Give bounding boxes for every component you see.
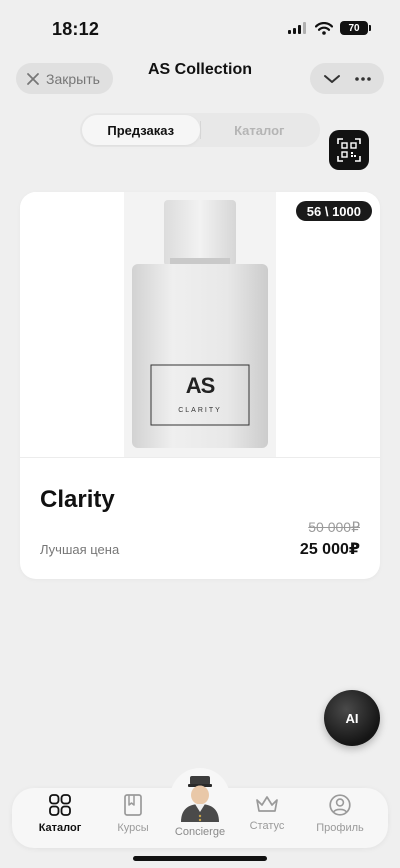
product-card[interactable]: AS CLARITY 56 \ 1000 Clarity Лучшая цена… xyxy=(20,192,380,579)
status-icons: 70 xyxy=(288,21,371,35)
segmented-control: Предзаказ Каталог xyxy=(80,113,320,147)
tab-label-status: Статус xyxy=(249,820,285,832)
cellular-signal-icon xyxy=(288,22,306,34)
current-price: 25 000₽ xyxy=(299,541,360,558)
home-indicator xyxy=(133,856,267,861)
close-button[interactable]: Закрыть xyxy=(16,63,113,94)
bottle-label-text: CLARITY xyxy=(178,407,222,414)
tab-catalog-nav[interactable]: Каталог xyxy=(30,794,90,842)
battery-icon: 70 xyxy=(340,21,371,35)
old-price: 50 000₽ xyxy=(308,519,360,535)
tab-concierge[interactable] xyxy=(170,768,230,828)
perfume-bottle-image xyxy=(132,200,268,448)
header-actions xyxy=(310,63,384,94)
battery-level: 70 xyxy=(348,22,360,34)
book-icon xyxy=(124,794,142,816)
screen: 18:12 70 Закрыть AS Collection Предзаказ… xyxy=(0,0,400,868)
user-circle-icon xyxy=(329,794,351,816)
status-time: 18:12 xyxy=(52,19,100,39)
qr-scan-button[interactable] xyxy=(329,130,369,170)
qr-code-icon xyxy=(337,138,361,162)
concierge-avatar-icon xyxy=(181,776,219,822)
tab-catalog[interactable]: Каталог xyxy=(201,115,319,145)
stock-counter-badge: 56 \ 1000 xyxy=(295,201,372,221)
tab-label-concierge: Concierge xyxy=(174,826,226,838)
tab-status[interactable]: Статус xyxy=(237,794,297,842)
product-image: AS CLARITY 56 \ 1000 xyxy=(20,192,380,457)
card-divider xyxy=(20,457,380,458)
more-icon[interactable] xyxy=(354,76,372,82)
ai-assistant-button[interactable]: AI xyxy=(324,690,380,746)
crown-icon xyxy=(256,796,278,812)
product-name: Clarity xyxy=(40,486,115,513)
chevron-down-icon[interactable] xyxy=(323,73,341,85)
tab-profile[interactable]: Профиль xyxy=(310,794,370,842)
bottle-label-logo: AS xyxy=(185,373,216,398)
price-caption: Лучшая цена xyxy=(40,542,120,557)
close-icon xyxy=(27,72,39,85)
wifi-icon xyxy=(315,21,333,35)
header: Закрыть AS Collection xyxy=(0,58,400,102)
status-bar: 18:12 70 xyxy=(0,0,400,58)
tab-label-catalog: Каталог xyxy=(38,822,82,834)
tab-preorder[interactable]: Предзаказ xyxy=(82,115,200,145)
grid-icon xyxy=(49,794,71,816)
tab-label-courses: Курсы xyxy=(117,822,149,834)
tab-courses[interactable]: Курсы xyxy=(103,794,163,842)
close-label: Закрыть xyxy=(46,70,100,87)
tab-label-profile: Профиль xyxy=(316,822,364,834)
